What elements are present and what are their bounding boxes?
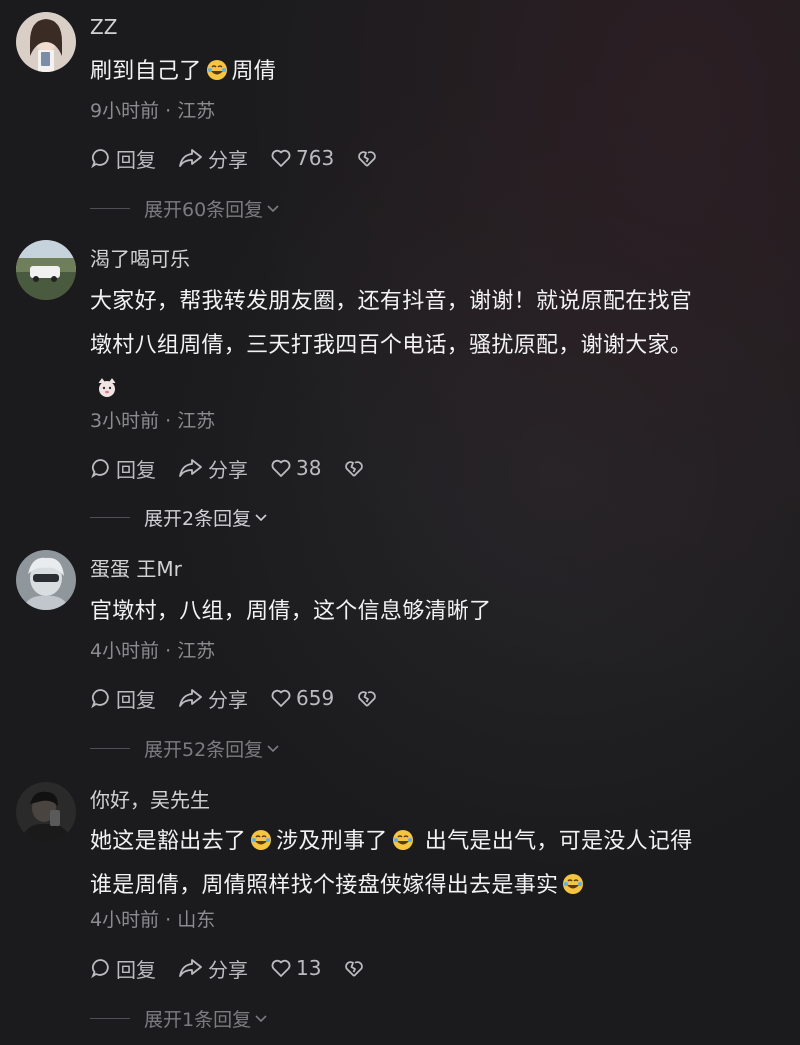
like-count: 659 xyxy=(296,686,335,710)
expand-replies-button[interactable]: 展开1条回复 xyxy=(90,1004,269,1032)
comment-text: 官墩村，八组，周倩，这个信息够清晰了 xyxy=(90,599,492,624)
broken-heart-icon xyxy=(345,461,364,477)
comment-text-segment: 她这是豁出去了 xyxy=(90,829,247,854)
comment-bubble-icon xyxy=(91,959,109,979)
cat-face-emoji-icon xyxy=(98,378,116,397)
avatar[interactable] xyxy=(16,782,76,842)
broken-heart-icon xyxy=(345,961,364,977)
comment-bubble-icon xyxy=(91,689,109,709)
share-button[interactable]: 分享 xyxy=(178,144,248,173)
like-button[interactable]: 13 xyxy=(270,956,321,980)
comment-text-segment: 刷到自己了 xyxy=(90,59,202,84)
share-arrow-icon xyxy=(179,149,202,167)
chevron-down-icon xyxy=(267,745,279,753)
comment-text-line: 谁是周倩，周倩照样找个接盘侠嫁得出去是事实 xyxy=(90,864,790,908)
reply-button[interactable]: 回复 xyxy=(90,144,156,173)
comment-meta: 3小时前 · 江苏 xyxy=(90,410,216,432)
comment-actions: 回复 分享 763 xyxy=(90,144,404,172)
divider-line xyxy=(90,207,130,209)
expand-label: 展开1条回复 xyxy=(144,1008,252,1031)
comment-text-line: 墩村八组周倩，三天打我四百个电话，骚扰原配，谢谢大家。 xyxy=(90,333,693,358)
like-count: 13 xyxy=(296,956,322,980)
comment-meta: 4小时前 · 江苏 xyxy=(90,640,216,662)
dislike-button[interactable] xyxy=(343,457,369,479)
like-button[interactable]: 659 xyxy=(270,686,334,710)
share-label: 分享 xyxy=(208,147,248,172)
comment-text-line: 她这是豁出去了 涉及刑事了 出气是出气，可是没人记得 xyxy=(90,820,790,864)
divider-line xyxy=(90,516,130,518)
share-button[interactable]: 分享 xyxy=(178,684,248,713)
reply-label: 回复 xyxy=(116,457,156,482)
heart-icon xyxy=(271,459,291,477)
avatar[interactable] xyxy=(16,240,76,300)
reply-button[interactable]: 回复 xyxy=(90,454,156,483)
laughing-tears-emoji-icon xyxy=(392,830,413,850)
comment-text-segment: 周倩 xyxy=(231,59,277,84)
expand-label: 展开60条回复 xyxy=(144,198,264,221)
comment-meta: 4小时前 · 山东 xyxy=(90,909,216,931)
chevron-down-icon xyxy=(267,205,279,213)
expand-replies-button[interactable]: 展开2条回复 xyxy=(90,503,269,531)
comment-text-segment: 涉及刑事了 xyxy=(276,829,388,854)
avatar[interactable] xyxy=(16,12,76,72)
comment-username[interactable]: 渴了喝可乐 xyxy=(90,246,190,272)
laughing-tears-emoji-icon xyxy=(251,830,272,850)
expand-replies-button[interactable]: 展开52条回复 xyxy=(90,734,281,762)
share-label: 分享 xyxy=(208,957,248,982)
share-label: 分享 xyxy=(208,687,248,712)
comment-meta: 9小时前 · 江苏 xyxy=(90,100,216,122)
comment-text: 大家好，帮我转发朋友圈，还有抖音，谢谢！就说原配在找官 墩村八组周倩，三天打我四… xyxy=(90,280,790,412)
reply-button[interactable]: 回复 xyxy=(90,954,156,983)
comment-actions: 回复 分享 659 xyxy=(90,684,404,712)
like-button[interactable]: 763 xyxy=(270,146,334,170)
comment-text: 她这是豁出去了 涉及刑事了 出气是出气，可是没人记得 谁是周倩，周倩照样找个接盘侠… xyxy=(90,820,790,908)
comment-actions: 回复 分享 38 xyxy=(90,454,391,482)
comment-bubble-icon xyxy=(91,459,109,479)
dislike-button[interactable] xyxy=(356,147,382,169)
dislike-button[interactable] xyxy=(356,687,382,709)
comment-actions: 回复 分享 13 xyxy=(90,954,391,982)
reply-button[interactable]: 回复 xyxy=(90,684,156,713)
like-button[interactable]: 38 xyxy=(270,456,321,480)
dislike-button[interactable] xyxy=(343,957,369,979)
comment-bubble-icon xyxy=(91,149,109,169)
chevron-down-icon xyxy=(255,1015,267,1023)
comment-text: 刷到自己了 周倩 xyxy=(90,50,790,94)
comment-text-segment: 出气是出气，可是没人记得 xyxy=(424,829,693,854)
avatar[interactable] xyxy=(16,550,76,610)
comment-text-segment: 谁是周倩，周倩照样找个接盘侠嫁得出去是事实 xyxy=(90,873,559,898)
comment-username[interactable]: ZZ xyxy=(90,14,117,40)
comment-username[interactable]: 你好，吴先生 xyxy=(90,787,210,813)
broken-heart-icon xyxy=(358,691,376,707)
heart-icon xyxy=(271,149,291,167)
comment-username[interactable]: 蛋蛋 王Mr xyxy=(90,556,182,582)
comment-text-line: 大家好，帮我转发朋友圈，还有抖音，谢谢！就说原配在找官 xyxy=(90,289,693,314)
share-button[interactable]: 分享 xyxy=(178,454,248,483)
share-label: 分享 xyxy=(208,457,248,482)
heart-icon xyxy=(271,689,291,707)
share-arrow-icon xyxy=(179,689,202,707)
share-arrow-icon xyxy=(179,459,202,477)
expand-label: 展开2条回复 xyxy=(144,507,252,530)
heart-icon xyxy=(271,959,291,977)
broken-heart-icon xyxy=(358,151,376,167)
expand-replies-button[interactable]: 展开60条回复 xyxy=(90,194,281,222)
like-count: 38 xyxy=(296,456,322,480)
emoji-line xyxy=(90,368,790,412)
chevron-down-icon xyxy=(255,514,267,522)
divider-line xyxy=(90,1017,130,1019)
laughing-tears-emoji-icon xyxy=(563,874,584,894)
reply-label: 回复 xyxy=(116,147,156,172)
share-button[interactable]: 分享 xyxy=(178,954,248,983)
laughing-tears-emoji-icon xyxy=(206,60,227,80)
reply-label: 回复 xyxy=(116,957,156,982)
like-count: 763 xyxy=(296,146,335,170)
reply-label: 回复 xyxy=(116,687,156,712)
expand-label: 展开52条回复 xyxy=(144,738,264,761)
divider-line xyxy=(90,747,130,749)
share-arrow-icon xyxy=(179,959,202,977)
